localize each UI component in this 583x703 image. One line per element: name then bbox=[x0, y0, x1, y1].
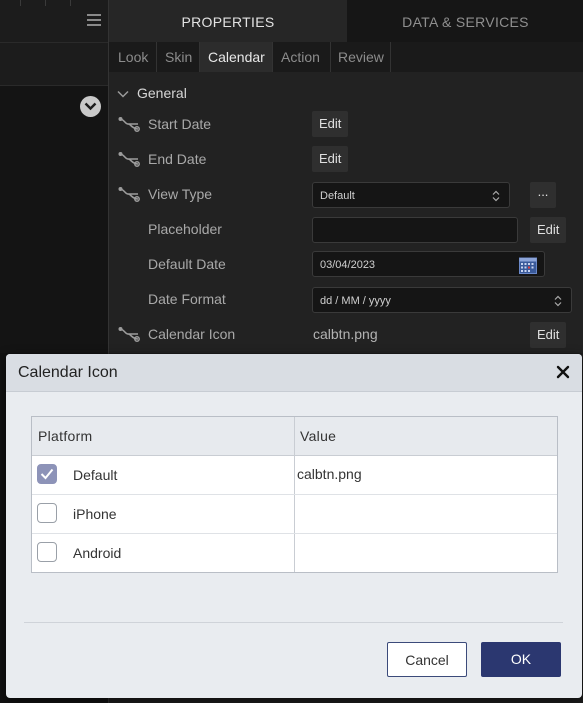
left-panel-header bbox=[0, 0, 108, 43]
subtab-action[interactable]: Action bbox=[273, 42, 328, 72]
checkmark-icon bbox=[40, 468, 54, 480]
ok-button[interactable]: OK bbox=[481, 642, 561, 677]
up-down-icon bbox=[492, 190, 500, 202]
tab-properties[interactable]: PROPERTIES bbox=[109, 0, 347, 42]
table-row: iPhone bbox=[32, 495, 557, 534]
calendar-icon-value: calbtn.png bbox=[313, 326, 378, 342]
end-date-label: End Date bbox=[148, 151, 207, 167]
row-checkbox[interactable] bbox=[37, 503, 57, 523]
column-platform: Platform bbox=[38, 428, 93, 444]
date-format-label: Date Format bbox=[148, 291, 226, 307]
prop-placeholder: Placeholder Edit bbox=[109, 212, 583, 247]
link-icon[interactable] bbox=[118, 326, 140, 343]
row-platform: iPhone bbox=[73, 506, 117, 522]
column-value: Value bbox=[300, 428, 337, 444]
row-checkbox[interactable] bbox=[37, 542, 57, 562]
link-icon[interactable] bbox=[118, 186, 140, 203]
subtab-look[interactable]: Look bbox=[110, 42, 156, 72]
subtab-review[interactable]: Review bbox=[330, 42, 392, 72]
calendar-icon-edit-button[interactable]: Edit bbox=[530, 322, 567, 348]
prop-view-type: View Type Default ... bbox=[109, 177, 583, 212]
placeholder-label: Placeholder bbox=[148, 221, 222, 237]
prop-default-date: Default Date 03/04/2023 bbox=[109, 247, 583, 282]
left-panel-row bbox=[0, 43, 108, 117]
dialog-header: Calendar Icon bbox=[6, 354, 582, 392]
row-checkbox[interactable] bbox=[37, 464, 57, 484]
hamburger-icon[interactable] bbox=[87, 14, 101, 26]
default-date-label: Default Date bbox=[148, 256, 226, 272]
view-type-value: Default bbox=[320, 190, 355, 202]
start-date-label: Start Date bbox=[148, 116, 212, 132]
prop-date-format: Date Format dd / MM / yyyy bbox=[109, 282, 583, 317]
prop-calendar-icon: Calendar Icon calbtn.png Edit bbox=[109, 317, 583, 352]
row-platform: Android bbox=[73, 545, 122, 561]
top-tabs: PROPERTIES DATA & SERVICES bbox=[109, 0, 583, 42]
subtab-calendar[interactable]: Calendar bbox=[200, 42, 273, 72]
start-date-edit-button[interactable]: Edit bbox=[312, 111, 349, 137]
dialog-divider bbox=[24, 622, 563, 623]
section-label: General bbox=[137, 85, 187, 101]
platform-grid: Platform Value Default calbtn.png iPhone… bbox=[31, 416, 558, 573]
prop-start-date: Start Date Edit bbox=[109, 107, 583, 142]
date-format-select[interactable]: dd / MM / yyyy bbox=[312, 287, 572, 313]
link-icon[interactable] bbox=[118, 116, 140, 133]
sub-tabs: Look Skin Calendar Action Review bbox=[109, 42, 583, 72]
placeholder-input[interactable] bbox=[312, 217, 518, 243]
subtab-skin[interactable]: Skin bbox=[157, 42, 200, 72]
calendar-icon[interactable] bbox=[519, 257, 537, 274]
view-type-label: View Type bbox=[148, 186, 213, 202]
tab-data-services[interactable]: DATA & SERVICES bbox=[347, 0, 583, 42]
chevron-down-icon[interactable] bbox=[80, 96, 101, 117]
table-row: Default calbtn.png bbox=[32, 456, 557, 495]
dialog-title: Calendar Icon bbox=[18, 364, 118, 381]
prop-end-date: End Date Edit bbox=[109, 142, 583, 177]
date-format-value: dd / MM / yyyy bbox=[320, 295, 391, 307]
calendar-icon-label: Calendar Icon bbox=[148, 326, 236, 342]
end-date-edit-button[interactable]: Edit bbox=[312, 146, 349, 172]
view-type-more-button[interactable]: ... bbox=[530, 182, 556, 208]
up-down-icon bbox=[554, 295, 562, 307]
default-date-input[interactable]: 03/04/2023 bbox=[312, 251, 545, 277]
link-icon[interactable] bbox=[118, 151, 140, 168]
row-platform: Default bbox=[73, 467, 118, 483]
default-date-value: 03/04/2023 bbox=[320, 259, 376, 271]
calendar-icon-dialog: Calendar Icon Platform Value Default cal… bbox=[6, 354, 582, 698]
table-row: Android bbox=[32, 534, 557, 572]
view-type-select[interactable]: Default bbox=[312, 182, 510, 208]
cancel-button[interactable]: Cancel bbox=[387, 642, 467, 677]
section-general[interactable]: General bbox=[117, 85, 187, 101]
close-icon[interactable] bbox=[556, 365, 570, 379]
row-value[interactable]: calbtn.png bbox=[297, 456, 362, 492]
collapse-chevron-icon bbox=[117, 91, 129, 98]
placeholder-edit-button[interactable]: Edit bbox=[530, 217, 567, 243]
